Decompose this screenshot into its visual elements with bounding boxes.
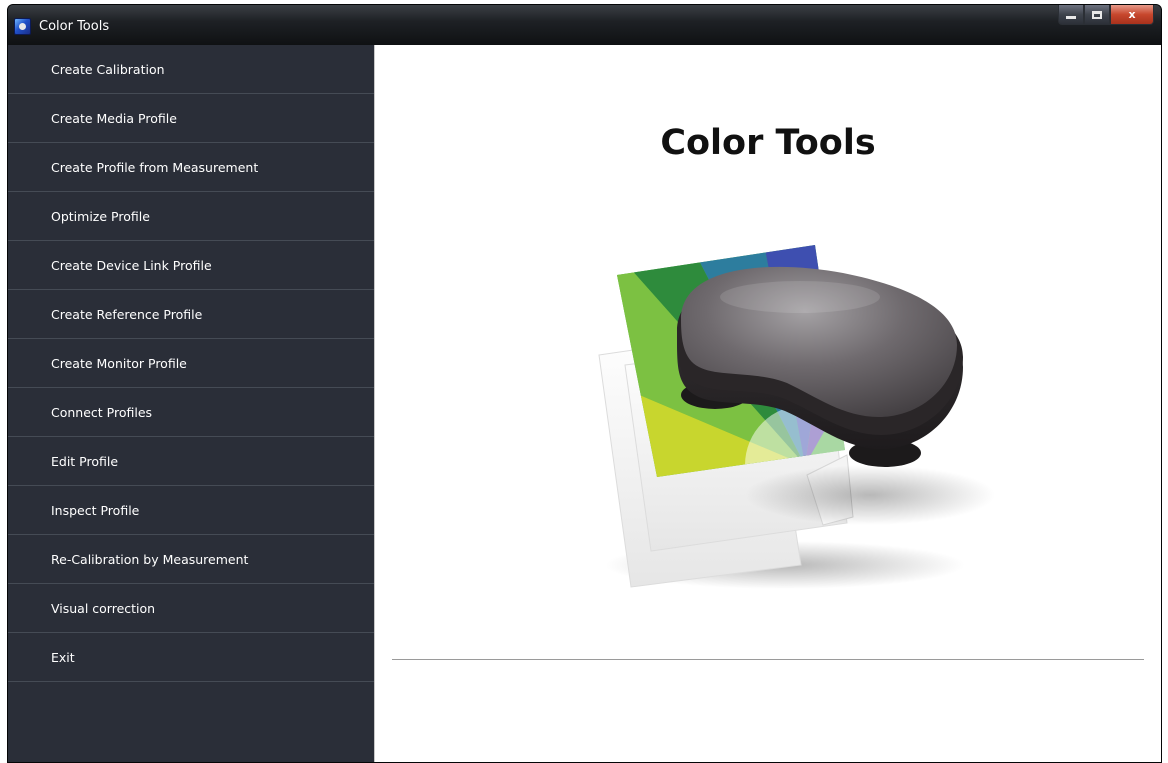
- maximize-button[interactable]: [1084, 5, 1110, 25]
- menu-item-edit-profile[interactable]: Edit Profile: [8, 437, 374, 486]
- menu-item-create-reference-profile[interactable]: Create Reference Profile: [8, 290, 374, 339]
- menu-item-label: Visual correction: [51, 600, 156, 616]
- menu-item-create-profile-from-measurement[interactable]: Create Profile from Measurement: [8, 143, 374, 192]
- minimize-icon: [1066, 16, 1076, 19]
- menu-item-label: Optimize Profile: [51, 208, 150, 224]
- app-window: Color Tools x Create Calibration Create …: [7, 4, 1162, 763]
- close-button[interactable]: x: [1110, 5, 1154, 25]
- menu-item-create-device-link-profile[interactable]: Create Device Link Profile: [8, 241, 374, 290]
- menu-item-label: Edit Profile: [51, 453, 119, 469]
- menu-item-optimize-profile[interactable]: Optimize Profile: [8, 192, 374, 241]
- menu-item-visual-correction[interactable]: Visual correction: [8, 584, 374, 633]
- close-icon: x: [1128, 8, 1136, 21]
- menu-item-label: Create Reference Profile: [51, 306, 203, 322]
- menu-item-label: Re-Calibration by Measurement: [51, 551, 249, 567]
- menu-item-label: Create Profile from Measurement: [51, 159, 259, 175]
- menu-item-create-media-profile[interactable]: Create Media Profile: [8, 94, 374, 143]
- menu-item-create-calibration[interactable]: Create Calibration: [8, 45, 374, 94]
- window-title: Color Tools: [39, 19, 110, 34]
- page-title: Color Tools: [660, 123, 876, 163]
- menu-item-label: Connect Profiles: [51, 404, 153, 420]
- main-panel: Color Tools: [374, 45, 1161, 762]
- menu-item-label: Create Device Link Profile: [51, 257, 212, 273]
- menu-item-label: Create Calibration: [51, 61, 165, 77]
- spectrophotometer-on-color-wheel-icon: [598, 245, 995, 589]
- app-icon: [14, 18, 31, 35]
- menu-item-create-monitor-profile[interactable]: Create Monitor Profile: [8, 339, 374, 388]
- minimize-button[interactable]: [1058, 5, 1084, 25]
- window-controls: x: [1058, 5, 1154, 26]
- menu-item-label: Create Media Profile: [51, 110, 177, 126]
- device-shadow: [745, 465, 995, 525]
- title-bar[interactable]: Color Tools x: [8, 5, 1161, 45]
- maximize-icon: [1092, 10, 1102, 19]
- sidebar-menu: Create Calibration Create Media Profile …: [8, 45, 374, 762]
- content-divider: [392, 659, 1144, 660]
- menu-item-label: Exit: [51, 649, 75, 665]
- menu-item-label: Inspect Profile: [51, 502, 140, 518]
- menu-item-exit[interactable]: Exit: [8, 633, 374, 682]
- menu-item-label: Create Monitor Profile: [51, 355, 187, 371]
- menu-item-connect-profiles[interactable]: Connect Profiles: [8, 388, 374, 437]
- menu-item-re-calibration-by-measurement[interactable]: Re-Calibration by Measurement: [8, 535, 374, 584]
- menu-item-inspect-profile[interactable]: Inspect Profile: [8, 486, 374, 535]
- device-highlight: [720, 281, 880, 313]
